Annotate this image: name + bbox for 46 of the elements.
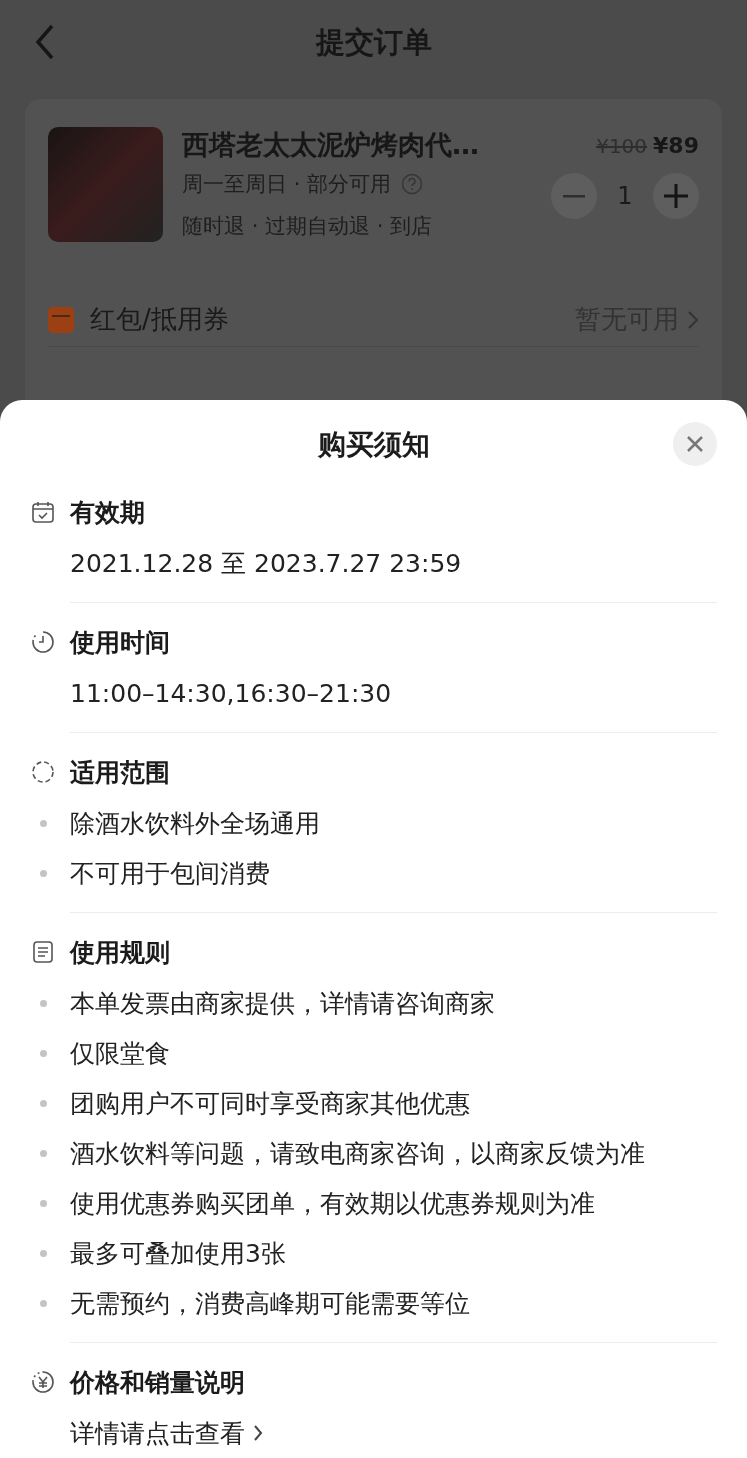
rule-text: 仅限堂食	[70, 1037, 170, 1070]
bullet-dot	[40, 1149, 47, 1157]
section-title: 使用时间	[70, 626, 170, 659]
calendar-check-icon	[30, 499, 56, 525]
bullet-dot	[40, 1199, 47, 1207]
section-title: 有效期	[70, 496, 145, 529]
close-icon	[687, 436, 703, 452]
rule-text: 不可用于包间消费	[70, 857, 270, 890]
yen-circle-icon	[30, 1369, 56, 1395]
quantity: 1	[617, 182, 633, 210]
chevron-right-icon	[687, 309, 699, 330]
coupon-icon	[48, 306, 74, 333]
section-title: 价格和销量说明	[70, 1366, 245, 1399]
details-link[interactable]: 详情请点击查看	[70, 1416, 263, 1450]
section-text: 2021.12.28 至 2023.7.27 23:59	[70, 547, 462, 580]
bullet-dot	[40, 869, 47, 877]
rule-text: 无需预约，消费高峰期可能需要等位	[70, 1287, 470, 1320]
coupon-label: 红包/抵用券	[90, 303, 230, 336]
dashed-circle-icon	[30, 759, 56, 785]
rule-text: 除酒水饮料外全场通用	[70, 807, 320, 840]
clock-icon	[30, 629, 56, 655]
close-button[interactable]	[673, 422, 717, 466]
decrease-button[interactable]	[551, 173, 597, 219]
bullet-dot	[40, 1099, 47, 1107]
section-title: 适用范围	[70, 756, 170, 789]
rule-text: 最多可叠加使用3张	[70, 1237, 286, 1270]
bullet-dot	[40, 1249, 47, 1257]
price: ¥89	[653, 132, 699, 158]
section-title: 使用规则	[70, 936, 170, 969]
bullet-dot	[40, 819, 47, 827]
rule-text: 使用优惠券购买团单，有效期以优惠券规则为准	[70, 1187, 595, 1220]
bullet-dot	[40, 1049, 47, 1057]
sheet-title: 购买须知	[317, 427, 430, 463]
section-text: 11:00–14:30,16:30–21:30	[70, 678, 392, 708]
help-icon[interactable]	[401, 173, 424, 195]
rule-text: 团购用户不可同时享受商家其他优惠	[70, 1087, 470, 1120]
document-icon	[30, 939, 56, 965]
increase-button[interactable]	[653, 173, 699, 219]
minus-icon	[563, 194, 585, 198]
plus-icon	[664, 184, 688, 208]
bullet-dot	[40, 999, 47, 1007]
bullet-dot	[40, 1299, 47, 1307]
chevron-right-icon	[253, 1424, 263, 1442]
rule-text: 酒水饮料等问题，请致电商家咨询，以商家反馈为准	[70, 1137, 645, 1170]
product-name: 西塔老太太泥炉烤肉代…	[182, 128, 479, 162]
rule-text: 本单发票由商家提供，详情请咨询商家	[70, 987, 495, 1020]
